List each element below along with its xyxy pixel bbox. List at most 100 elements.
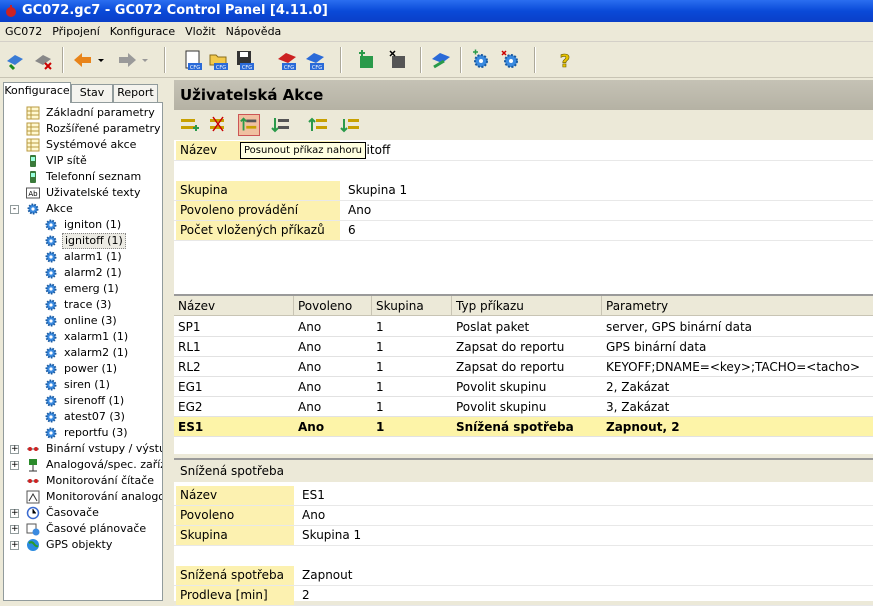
read-cfg-icon[interactable]: CFG	[276, 49, 298, 71]
menu-konfigurace[interactable]: Konfigurace	[105, 22, 180, 42]
column-header[interactable]: Parametry	[602, 296, 873, 316]
prop-value[interactable]: Zapnout	[298, 566, 352, 585]
prop-row-pocet[interactable]: Počet vložených příkazů 6	[174, 221, 873, 241]
scheduler-icon	[26, 522, 40, 536]
tree-item-label: power (1)	[64, 362, 118, 375]
panel-splitter[interactable]	[166, 80, 174, 601]
gear-add-icon[interactable]	[500, 49, 522, 71]
table-cell: EG1	[178, 380, 203, 394]
prop-value[interactable]: Skupina 1	[344, 181, 407, 200]
clock-icon	[26, 506, 40, 520]
connect-icon[interactable]	[4, 49, 26, 71]
delete-gray-icon[interactable]	[388, 49, 410, 71]
table-row[interactable]: SP1 Ano 1 Poslat paket server, GPS binární d…	[174, 317, 873, 337]
gear-blue-icon[interactable]	[470, 49, 492, 71]
table-cell: Zapnout, 2	[606, 420, 680, 434]
main-toolbar: CFG CFG CFG CFG CFG ?	[0, 42, 873, 78]
config-tree[interactable]: Základní parametry Rozšířené parametry Sys…	[3, 102, 163, 601]
gear-icon	[44, 298, 58, 312]
expand-toggle[interactable]: +	[10, 541, 19, 550]
detail-row-snizena[interactable]: Snížená spotřeba Zapnout	[174, 566, 873, 586]
write-cfg-icon[interactable]: CFG	[304, 49, 326, 71]
prop-key: Skupina	[176, 526, 294, 545]
prop-value[interactable]: ES1	[298, 486, 325, 505]
window-title: GC072.gc7 - GC072 Control Panel [4.11.0]	[22, 3, 328, 18]
tree-item-label: atest07 (3)	[64, 410, 125, 423]
indent-up-icon[interactable]	[308, 114, 330, 136]
tree-item-label: Časovače	[46, 506, 99, 519]
gear-icon	[44, 314, 58, 328]
back-dropdown-icon[interactable]	[96, 49, 106, 71]
table-cell: Povolit skupinu	[456, 400, 547, 414]
io-icon	[26, 474, 40, 488]
prop-value[interactable]: Ano	[298, 506, 325, 525]
expand-toggle[interactable]: +	[10, 445, 19, 454]
move-up-icon[interactable]	[238, 114, 260, 136]
prop-key: Snížená spotřeba	[176, 566, 294, 585]
new-cfg-icon[interactable]: CFG	[182, 49, 204, 71]
expand-toggle[interactable]: +	[10, 509, 19, 518]
remove-command-icon[interactable]	[207, 114, 229, 136]
insert-green-icon[interactable]	[356, 49, 378, 71]
column-header[interactable]: Typ příkazu	[452, 296, 602, 316]
prop-key: Povoleno provádění	[176, 201, 340, 220]
tree-item-label: Binární vstupy / výstupy	[46, 442, 162, 455]
gear-icon	[44, 378, 58, 392]
table-row[interactable]: EG1 Ano 1 Povolit skupinu 2, Zakázat	[174, 377, 873, 397]
main-panel: Uživatelská Akce Název ignitoff Skupina Sk…	[174, 80, 873, 606]
disconnect-icon[interactable]	[32, 49, 54, 71]
table-cell: 1	[376, 320, 384, 334]
menu-gc072[interactable]: GC072	[0, 22, 47, 42]
prop-value[interactable]: Skupina 1	[298, 526, 361, 545]
column-header[interactable]: Povoleno	[294, 296, 372, 316]
analog-icon	[26, 458, 40, 472]
column-header[interactable]: Skupina	[372, 296, 452, 316]
open-cfg-icon[interactable]: CFG	[208, 49, 230, 71]
detail-row-povoleno[interactable]: Povoleno Ano	[174, 506, 873, 526]
table-row[interactable]: RL2 Ano 1 Zapsat do reportu KEYOFF;DNAME=<ke…	[174, 357, 873, 377]
tree-item-label: Monitorování čítače	[46, 474, 155, 487]
detail-row-skupina[interactable]: Skupina Skupina 1	[174, 526, 873, 546]
gear-icon	[44, 234, 58, 248]
expand-toggle[interactable]: -	[10, 205, 19, 214]
forward-arrow-icon[interactable]	[116, 49, 138, 71]
table-cell: Ano	[298, 380, 322, 394]
forward-dropdown-icon[interactable]	[140, 49, 150, 71]
table-cell: 1	[376, 420, 385, 434]
tree-item-label: Analogová/spec. zařízení	[46, 458, 162, 471]
prop-row-skupina[interactable]: Skupina Skupina 1	[174, 181, 873, 201]
detail-row-nazev[interactable]: Název ES1	[174, 486, 873, 506]
table-row[interactable]: EG2 Ano 1 Povolit skupinu 3, Zakázat	[174, 397, 873, 417]
indent-down-icon[interactable]	[340, 114, 362, 136]
expand-toggle[interactable]: +	[10, 461, 19, 470]
left-panel: Konfigurace Stav Report Základní paramet…	[0, 80, 166, 601]
menu-vlozit[interactable]: Vložit	[180, 22, 220, 42]
menu-pripojeni[interactable]: Připojení	[47, 22, 105, 42]
table-cell: Poslat paket	[456, 320, 530, 334]
add-command-icon[interactable]	[178, 114, 200, 136]
prop-row-povoleno[interactable]: Povoleno provádění Ano	[174, 201, 873, 221]
tab-stav[interactable]: Stav	[71, 84, 113, 102]
tree-item-label: alarm1 (1)	[64, 250, 122, 263]
prop-value[interactable]: Ano	[344, 201, 371, 220]
tree-item-label: emerg (1)	[64, 282, 119, 295]
table-row[interactable]: RL1 Ano 1 Zapsat do reportu GPS binární data	[174, 337, 873, 357]
link-icon[interactable]	[430, 49, 452, 71]
help-icon[interactable]: ?	[554, 49, 576, 71]
tab-konfigurace[interactable]: Konfigurace	[3, 82, 71, 103]
tab-report[interactable]: Report	[113, 84, 158, 102]
menu-napoveda[interactable]: Nápověda	[221, 22, 287, 42]
prop-value[interactable]: 2	[298, 586, 310, 605]
tree-item-label: igniton (1)	[64, 218, 122, 231]
move-down-icon[interactable]	[270, 114, 292, 136]
save-cfg-icon[interactable]: CFG	[234, 49, 256, 71]
expand-toggle[interactable]: +	[10, 525, 19, 534]
tree-item-label: xalarm1 (1)	[64, 330, 129, 343]
table-row[interactable]: ES1 Ano 1 Snížená spotřeba Zapnout, 2	[174, 417, 873, 437]
detail-row-prodleva[interactable]: Prodleva [min] 2	[174, 586, 873, 606]
prop-key: Povoleno	[176, 506, 294, 525]
column-header[interactable]: Název	[174, 296, 294, 316]
table-cell: 1	[376, 380, 384, 394]
gear-icon	[44, 250, 58, 264]
back-arrow-icon[interactable]	[72, 49, 94, 71]
